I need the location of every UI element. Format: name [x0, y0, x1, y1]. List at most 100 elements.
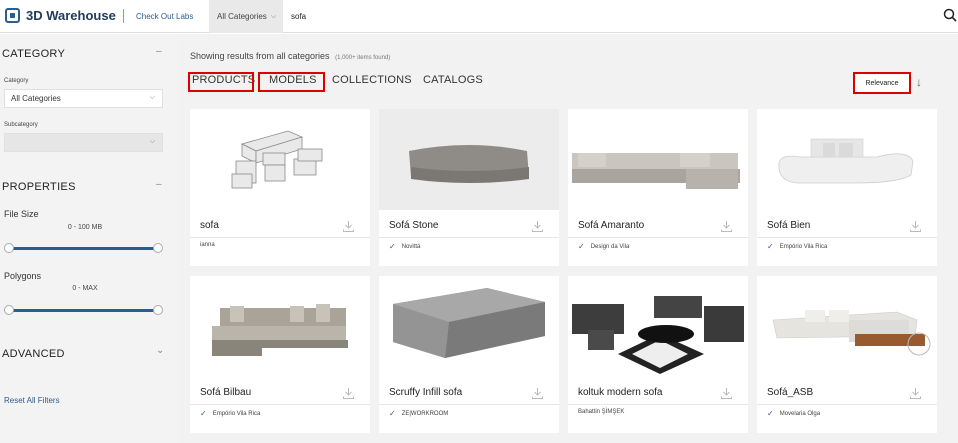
model-thumbnail	[757, 276, 937, 377]
author-name: ZE|WORKROOM	[401, 410, 449, 417]
download-icon[interactable]	[342, 220, 355, 233]
model-author[interactable]: ✓ Novittá	[389, 242, 420, 251]
download-icon[interactable]	[909, 387, 922, 400]
model-author[interactable]: ✓ Empório Vila Rica	[200, 409, 260, 418]
model-card[interactable]: Sofá Bien ✓ Empório Vila Rica	[757, 109, 937, 266]
model-author[interactable]: ✓ Movelaria Olga	[767, 409, 820, 418]
model-card[interactable]: Sofá_ASB ✓ Movelaria Olga	[757, 276, 937, 433]
model-card[interactable]: Sofá Bilbau ✓ Empório Vila Rica	[190, 276, 370, 433]
model-author[interactable]: ✓ ZE|WORKROOM	[389, 409, 448, 418]
model-title[interactable]: Sofá_ASB	[767, 387, 813, 398]
model-author[interactable]: ✓ Empório Vila Rica	[767, 242, 827, 251]
download-icon[interactable]	[720, 387, 733, 400]
app-name: 3D Warehouse	[26, 8, 116, 23]
collapse-category-icon[interactable]: –	[156, 46, 162, 57]
top-header: 3D Warehouse Check Out Labs All Categori…	[0, 0, 958, 33]
tab-collections[interactable]: COLLECTIONS	[332, 74, 412, 86]
results-text: Showing results from all categories	[190, 51, 330, 61]
author-name: Empório Vila Rica	[779, 243, 828, 250]
chevron-down-icon: ⌵	[149, 138, 155, 145]
download-icon[interactable]	[720, 220, 733, 233]
results-area: Showing results from all categories (1,0…	[178, 34, 958, 443]
model-thumbnail	[568, 109, 748, 210]
model-title[interactable]: Sofá Stone	[389, 220, 438, 231]
model-card[interactable]: koltuk modern sofa Bahattin ŞİMŞEK	[568, 276, 748, 433]
card-divider	[757, 404, 937, 405]
category-select-value: All Categories	[11, 94, 61, 103]
verified-check-icon: ✓	[200, 409, 207, 418]
card-divider	[568, 237, 748, 238]
file-size-max-handle[interactable]	[153, 243, 163, 253]
card-divider	[190, 404, 370, 405]
results-count: (1,000+ items found)	[335, 55, 391, 61]
author-name: ianna	[200, 242, 215, 248]
model-thumbnail	[568, 276, 748, 377]
sort-relevance-button[interactable]: Relevance	[853, 72, 911, 94]
model-thumbnail	[190, 109, 370, 210]
tab-catalogs[interactable]: CATALOGS	[423, 74, 483, 86]
download-icon[interactable]	[531, 387, 544, 400]
verified-check-icon: ✓	[578, 242, 585, 251]
warehouse-logo-icon	[5, 8, 20, 23]
logo[interactable]: 3D Warehouse	[5, 8, 116, 23]
model-title[interactable]: Sofá Bilbau	[200, 387, 251, 398]
model-title[interactable]: sofa	[200, 220, 219, 231]
verified-check-icon: ✓	[767, 409, 774, 418]
author-name: Bahattin ŞİMŞEK	[578, 409, 625, 415]
model-title[interactable]: koltuk modern sofa	[578, 387, 663, 398]
model-card[interactable]: Sofá Amaranto ✓ Design da Vila	[568, 109, 748, 266]
author-name: Movelaria Olga	[779, 410, 821, 417]
card-divider	[379, 237, 559, 238]
file-size-slider[interactable]	[9, 247, 158, 250]
search-icon[interactable]	[943, 8, 957, 22]
category-dropdown[interactable]: All Categories ⌵	[209, 0, 283, 33]
chevron-down-icon: ⌵	[270, 12, 277, 20]
polygons-max-handle[interactable]	[153, 305, 163, 315]
download-icon[interactable]	[342, 387, 355, 400]
download-icon[interactable]	[909, 220, 922, 233]
subcategory-select[interactable]: ⌵	[4, 133, 163, 152]
products-highlight	[188, 72, 254, 92]
verified-check-icon: ✓	[389, 409, 396, 418]
model-author[interactable]: Bahattin ŞİMŞEK	[578, 409, 624, 415]
file-size-range: 0 - 100 MB	[67, 224, 103, 231]
reset-filters-link[interactable]: Reset All Filters	[4, 396, 60, 405]
collapse-properties-icon[interactable]: –	[156, 179, 162, 190]
model-card[interactable]: Scruffy Infill sofa ✓ ZE|WORKROOM	[379, 276, 559, 433]
author-name: Design da Vila	[590, 243, 630, 250]
labs-link[interactable]: Check Out Labs	[136, 12, 193, 21]
card-divider	[757, 237, 937, 238]
model-title[interactable]: Sofá Bien	[767, 220, 810, 231]
card-divider	[379, 404, 559, 405]
properties-section-title: PROPERTIES	[2, 181, 76, 193]
sort-direction-icon[interactable]: ↓	[916, 75, 922, 89]
model-card[interactable]: sofa ianna	[190, 109, 370, 266]
subcategory-label: Subcategory	[4, 122, 38, 128]
polygons-min-handle[interactable]	[4, 305, 14, 315]
file-size-min-handle[interactable]	[4, 243, 14, 253]
model-author[interactable]: ianna	[200, 242, 215, 248]
file-size-label: File Size	[4, 209, 39, 219]
model-thumbnail	[757, 109, 937, 210]
author-name: Novittá	[401, 243, 421, 250]
model-author[interactable]: ✓ Design da Vila	[578, 242, 629, 251]
verified-check-icon: ✓	[389, 242, 396, 251]
verified-check-icon: ✓	[767, 242, 774, 251]
advanced-section-title: ADVANCED	[2, 348, 65, 360]
category-dropdown-label: All Categories	[217, 12, 267, 21]
model-title[interactable]: Scruffy Infill sofa	[389, 387, 462, 398]
polygons-slider[interactable]	[9, 309, 158, 312]
category-select[interactable]: All Categories ⌵	[4, 89, 163, 108]
polygons-label: Polygons	[4, 271, 42, 281]
results-summary: Showing results from all categories (1,0…	[190, 51, 390, 61]
polygons-range: 0 - MAX	[72, 285, 98, 292]
filter-sidebar: CATEGORY – Category All Categories ⌵ Sub…	[0, 34, 178, 443]
search-input[interactable]	[283, 3, 953, 30]
model-card[interactable]: Sofá Stone ✓ Novittá	[379, 109, 559, 266]
header-divider	[123, 9, 124, 23]
chevron-down-icon: ⌵	[149, 94, 155, 101]
category-section-title: CATEGORY	[2, 48, 66, 60]
download-icon[interactable]	[531, 220, 544, 233]
expand-advanced-icon[interactable]: ⌄	[156, 345, 164, 356]
model-title[interactable]: Sofá Amaranto	[578, 220, 644, 231]
